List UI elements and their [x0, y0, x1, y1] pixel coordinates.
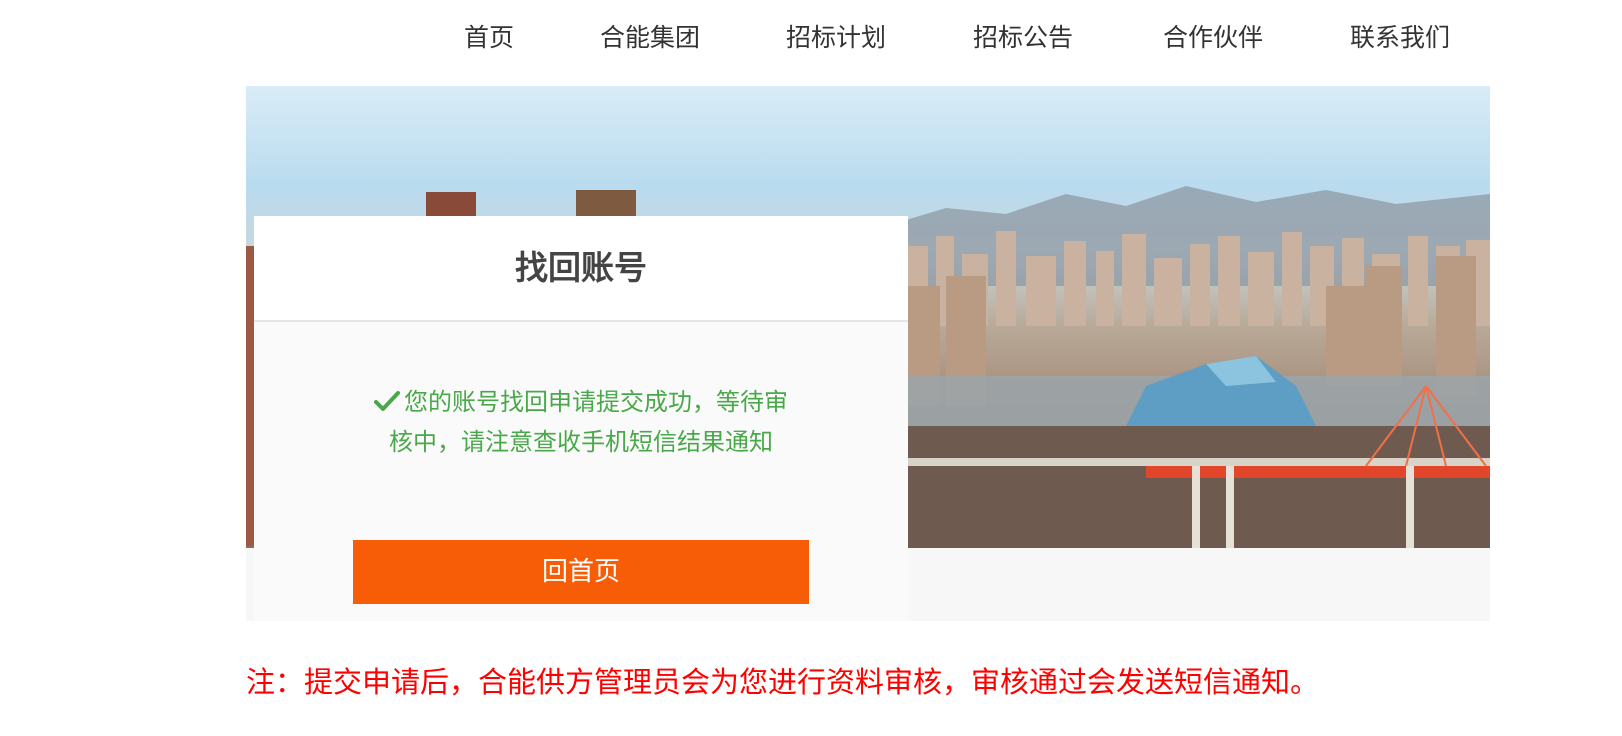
recover-account-card: 找回账号 您的账号找回申请提交成功，等待审核中，请注意查收手机短信结果通知 回首… — [254, 216, 908, 621]
card-title: 找回账号 — [515, 248, 647, 287]
review-note: 注：提交申请后，合能供方管理员会为您进行资料审核，审核通过会发送短信通知。 — [246, 665, 1320, 699]
nav-item-contact[interactable]: 联系我们 — [1350, 18, 1450, 58]
message-line-2: 核中，请注意查收手机短信结果通知 — [389, 428, 773, 456]
message-line-1: 您的账号找回申请提交成功，等待审 — [404, 388, 788, 416]
nav-item-group[interactable]: 合能集团 — [600, 18, 700, 58]
nav-item-bid-notice[interactable]: 招标公告 — [973, 18, 1073, 58]
top-nav: 首页 合能集团 招标计划 招标公告 合作伙伴 联系我们 — [0, 0, 1622, 76]
back-home-button[interactable]: 回首页 — [353, 540, 809, 604]
page: 首页 合能集团 招标计划 招标公告 合作伙伴 联系我们 找回账号 您的账号找回申… — [0, 0, 1622, 736]
card-body: 您的账号找回申请提交成功，等待审核中，请注意查收手机短信结果通知 回首页 — [254, 322, 908, 621]
nav-item-partners[interactable]: 合作伙伴 — [1163, 18, 1263, 58]
success-message: 您的账号找回申请提交成功，等待审核中，请注意查收手机短信结果通知 — [354, 382, 808, 462]
nav-item-bid-plan[interactable]: 招标计划 — [786, 18, 886, 58]
nav-item-home[interactable]: 首页 — [464, 18, 514, 58]
check-icon — [374, 391, 400, 411]
